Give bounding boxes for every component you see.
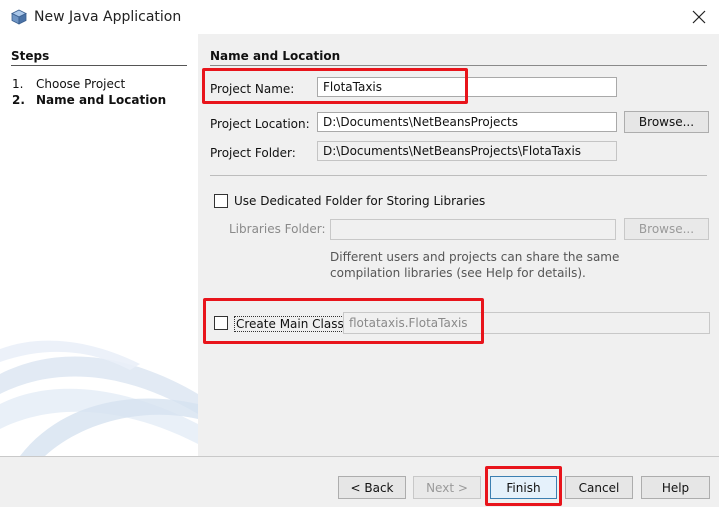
- step-name-and-location: 2. Name and Location: [12, 93, 166, 107]
- wizard-watermark-graphic: [0, 334, 198, 456]
- step-number: 2.: [12, 93, 25, 107]
- step-label: Choose Project: [36, 77, 126, 91]
- browse-libraries-button[interactable]: Browse...: [624, 218, 709, 240]
- steps-heading: Steps: [11, 49, 50, 63]
- libraries-hint-line2: compilation libraries (see Help for deta…: [330, 266, 586, 280]
- libraries-hint-line1: Different users and projects can share t…: [330, 250, 620, 264]
- dedicated-folder-checkbox[interactable]: [214, 194, 228, 208]
- create-main-class-checkbox[interactable]: [214, 316, 228, 330]
- finish-button[interactable]: Finish: [490, 476, 557, 499]
- section-divider: [210, 65, 707, 66]
- help-button[interactable]: Help: [641, 476, 710, 499]
- dedicated-folder-label[interactable]: Use Dedicated Folder for Storing Librari…: [234, 194, 485, 208]
- back-button[interactable]: < Back: [338, 476, 406, 499]
- step-label: Name and Location: [36, 93, 167, 107]
- button-bar: < Back Next > Finish Cancel Help: [0, 456, 719, 507]
- libraries-folder-label: Libraries Folder:: [229, 222, 326, 236]
- netbeans-cube-icon: [11, 9, 27, 25]
- title-bar: New Java Application: [0, 0, 719, 34]
- project-name-label: Project Name:: [210, 82, 295, 96]
- main-panel: Name and Location Project Name: Project …: [198, 34, 719, 456]
- browse-location-button[interactable]: Browse...: [624, 111, 709, 133]
- step-choose-project: 1. Choose Project: [12, 77, 125, 91]
- steps-divider: [11, 65, 187, 66]
- step-number: 1.: [12, 77, 24, 91]
- project-folder-label: Project Folder:: [210, 146, 296, 160]
- project-location-label: Project Location:: [210, 117, 310, 131]
- main-class-input[interactable]: flotataxis.FlotaTaxis: [343, 312, 710, 334]
- project-name-input[interactable]: [317, 77, 617, 97]
- close-x-icon: [692, 10, 706, 24]
- next-button[interactable]: Next >: [413, 476, 481, 499]
- create-main-class-label[interactable]: Create Main Class: [234, 316, 346, 332]
- section-heading: Name and Location: [210, 49, 341, 63]
- close-button[interactable]: [684, 4, 714, 30]
- project-folder-field: D:\Documents\NetBeansProjects\FlotaTaxis: [317, 141, 617, 161]
- libraries-folder-input[interactable]: [330, 219, 616, 240]
- options-divider: [210, 175, 707, 176]
- steps-panel: Steps 1. Choose Project 2. Name and Locati…: [0, 34, 198, 456]
- project-location-input[interactable]: [317, 112, 617, 132]
- window-title: New Java Application: [34, 9, 182, 25]
- cancel-button[interactable]: Cancel: [565, 476, 633, 499]
